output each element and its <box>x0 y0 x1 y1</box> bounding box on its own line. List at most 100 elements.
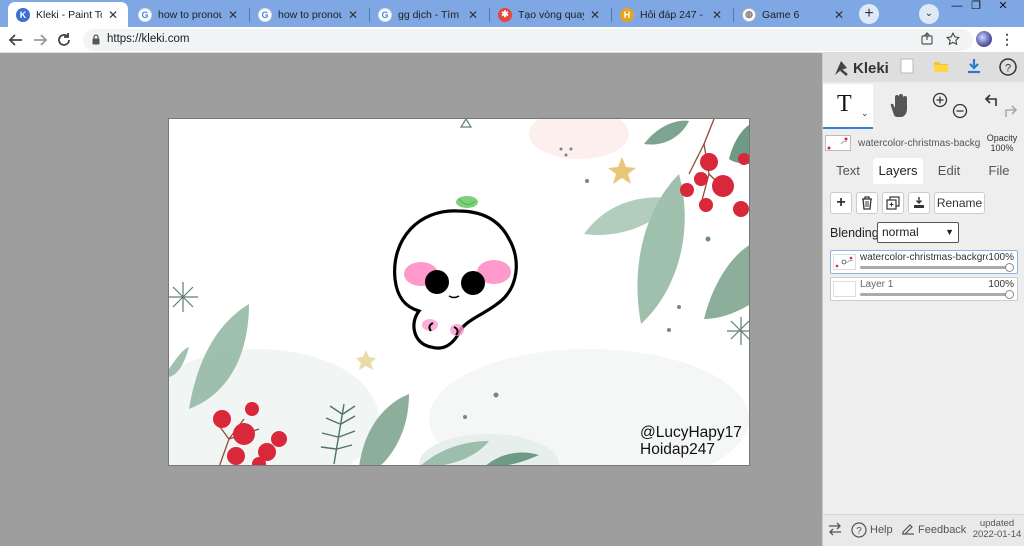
zoom-out-icon[interactable] <box>952 103 968 119</box>
tool-row: T ⌄ <box>823 84 1024 129</box>
bookmark-star-icon[interactable] <box>945 31 961 48</box>
close-tab-icon[interactable]: ✕ <box>588 8 602 22</box>
window-close-button[interactable]: ✕ <box>988 0 1018 14</box>
tab-how-to-pronounce-1[interactable]: G how to pronounce ✕ <box>130 2 248 27</box>
forward-button[interactable] <box>30 30 50 50</box>
drawing-workspace[interactable]: @LucyHapy17 Hoidap247 <box>0 53 822 546</box>
layer-item-layer-1[interactable]: Layer 1 100% <box>830 277 1018 301</box>
merge-layer-button[interactable] <box>908 192 930 214</box>
slider-knob[interactable] <box>1005 263 1014 272</box>
layer-opacity-slider[interactable] <box>860 266 1010 269</box>
back-button[interactable] <box>6 30 26 50</box>
new-tab-button[interactable]: + <box>859 4 879 24</box>
leaf <box>704 245 749 319</box>
undo-icon[interactable] <box>984 92 1000 108</box>
opacity-value: 100% <box>990 143 1014 153</box>
swap-sides-icon[interactable] <box>827 522 843 538</box>
delete-layer-button[interactable] <box>856 192 878 214</box>
updated-info[interactable]: updated 2022-01-14 <box>971 518 1023 540</box>
tab-title: gg dịch - Tìm trên <box>398 8 462 21</box>
close-tab-icon[interactable]: ✕ <box>106 8 120 22</box>
layer-item-background[interactable]: watercolor-christmas-backgro 100% <box>830 250 1018 274</box>
help-circle-icon[interactable]: ? <box>851 522 867 538</box>
layer-thumbnail <box>833 281 856 297</box>
layer-opacity: 100% <box>988 279 1014 290</box>
cute-character <box>393 196 518 350</box>
reload-icon <box>58 33 70 46</box>
restore-button[interactable]: ❐ <box>963 0 989 14</box>
duplicate-layer-button[interactable] <box>882 192 904 214</box>
merge-down-icon <box>914 197 924 208</box>
text-tool-button[interactable]: T ⌄ <box>823 84 873 129</box>
trash-icon <box>862 196 872 210</box>
close-tab-icon[interactable]: ✕ <box>346 8 360 22</box>
logo-text: Kleki <box>853 59 889 77</box>
tab-how-to-pronounce-2[interactable]: G how to pronounce ✕ <box>250 2 368 27</box>
snowflake <box>169 282 198 312</box>
panel-footer: ? Help Feedback updated 2022-01-14 <box>823 514 1024 546</box>
current-layer-opacity: Opacity 100% <box>981 133 1023 153</box>
panel-header: Kleki ? <box>823 53 1024 82</box>
wheel-icon: ✱ <box>498 7 512 22</box>
small-star <box>459 119 473 128</box>
tab-game-6[interactable]: ◍ Game 6 ✕ <box>734 2 854 27</box>
eye-left <box>425 270 449 294</box>
help-icon[interactable]: ? <box>998 58 1018 78</box>
redo-icon[interactable] <box>1002 103 1018 119</box>
undo-redo-buttons <box>974 84 1024 129</box>
snowflake <box>727 317 749 345</box>
browser-tab-strip: K Kleki - Paint Tool ✕ G how to pronounc… <box>0 0 1024 27</box>
download-icon[interactable] <box>964 58 984 78</box>
zoom-in-icon[interactable] <box>932 92 948 108</box>
address-bar[interactable]: https://kleki.com <box>83 29 973 51</box>
tab-hoidap247[interactable]: H Hỏi đáp 247 - tran ✕ <box>612 2 732 27</box>
zoom-buttons <box>924 84 974 129</box>
new-image-icon[interactable] <box>897 58 917 78</box>
layer-thumbnail <box>833 254 856 270</box>
pink-wash <box>529 119 629 159</box>
tab-search-button[interactable]: ⌄ <box>919 4 939 24</box>
hand-tool-button[interactable] <box>874 84 924 129</box>
tab-layers[interactable]: Layers <box>873 158 923 184</box>
watermark-line-1: @LucyHapy17 <box>640 424 742 441</box>
open-folder-icon[interactable] <box>931 58 951 78</box>
updated-label: updated <box>979 518 1015 529</box>
globe-icon: ◍ <box>742 7 756 22</box>
hoidap-icon: H <box>620 7 634 22</box>
current-layer-thumbnail <box>825 135 851 151</box>
kleki-logo[interactable]: Kleki <box>832 58 889 78</box>
feedback-icon[interactable] <box>900 522 916 538</box>
help-link[interactable]: Help <box>870 524 893 536</box>
tab-title: Tạo vòng quay ma <box>518 8 584 21</box>
share-icon[interactable] <box>919 32 935 48</box>
browser-menu-button[interactable]: ⋮ <box>999 31 1015 47</box>
berry-cluster <box>680 153 749 217</box>
reload-button[interactable] <box>54 30 74 50</box>
watermark-line-2: Hoidap247 <box>640 441 715 458</box>
tab-title: how to pronounce <box>278 8 342 21</box>
close-tab-icon[interactable]: ✕ <box>832 8 846 22</box>
panel-tabs: Text Layers Edit File <box>823 158 1024 184</box>
profile-avatar[interactable] <box>976 31 992 47</box>
feedback-link[interactable]: Feedback <box>918 524 966 536</box>
layer-opacity-slider[interactable] <box>860 293 1010 296</box>
tab-gg-dich[interactable]: G gg dịch - Tìm trên ✕ <box>370 2 488 27</box>
kleki-icon: K <box>16 7 30 22</box>
tab-tao-vong-quay[interactable]: ✱ Tạo vòng quay ma ✕ <box>490 2 610 27</box>
rename-layer-button[interactable]: Rename <box>934 192 985 214</box>
tab-kleki[interactable]: K Kleki - Paint Tool ✕ <box>8 2 128 27</box>
slider-knob[interactable] <box>1005 290 1014 299</box>
close-tab-icon[interactable]: ✕ <box>226 8 240 22</box>
close-tab-icon[interactable]: ✕ <box>466 8 480 22</box>
tab-text[interactable]: Text <box>823 158 873 184</box>
chevron-down-icon[interactable]: ⌄ <box>861 108 869 119</box>
add-layer-button[interactable]: + <box>830 192 852 214</box>
tab-edit[interactable]: Edit <box>924 158 974 184</box>
drawing-canvas[interactable]: @LucyHapy17 Hoidap247 <box>168 118 750 466</box>
tab-file[interactable]: File <box>974 158 1024 184</box>
arrow-left-icon <box>8 34 22 46</box>
browser-toolbar: https://kleki.com ⋮ <box>0 27 1024 53</box>
close-tab-icon[interactable]: ✕ <box>710 8 724 22</box>
blending-select[interactable]: normal ▼ <box>877 222 959 243</box>
blending-value: normal <box>882 225 919 239</box>
